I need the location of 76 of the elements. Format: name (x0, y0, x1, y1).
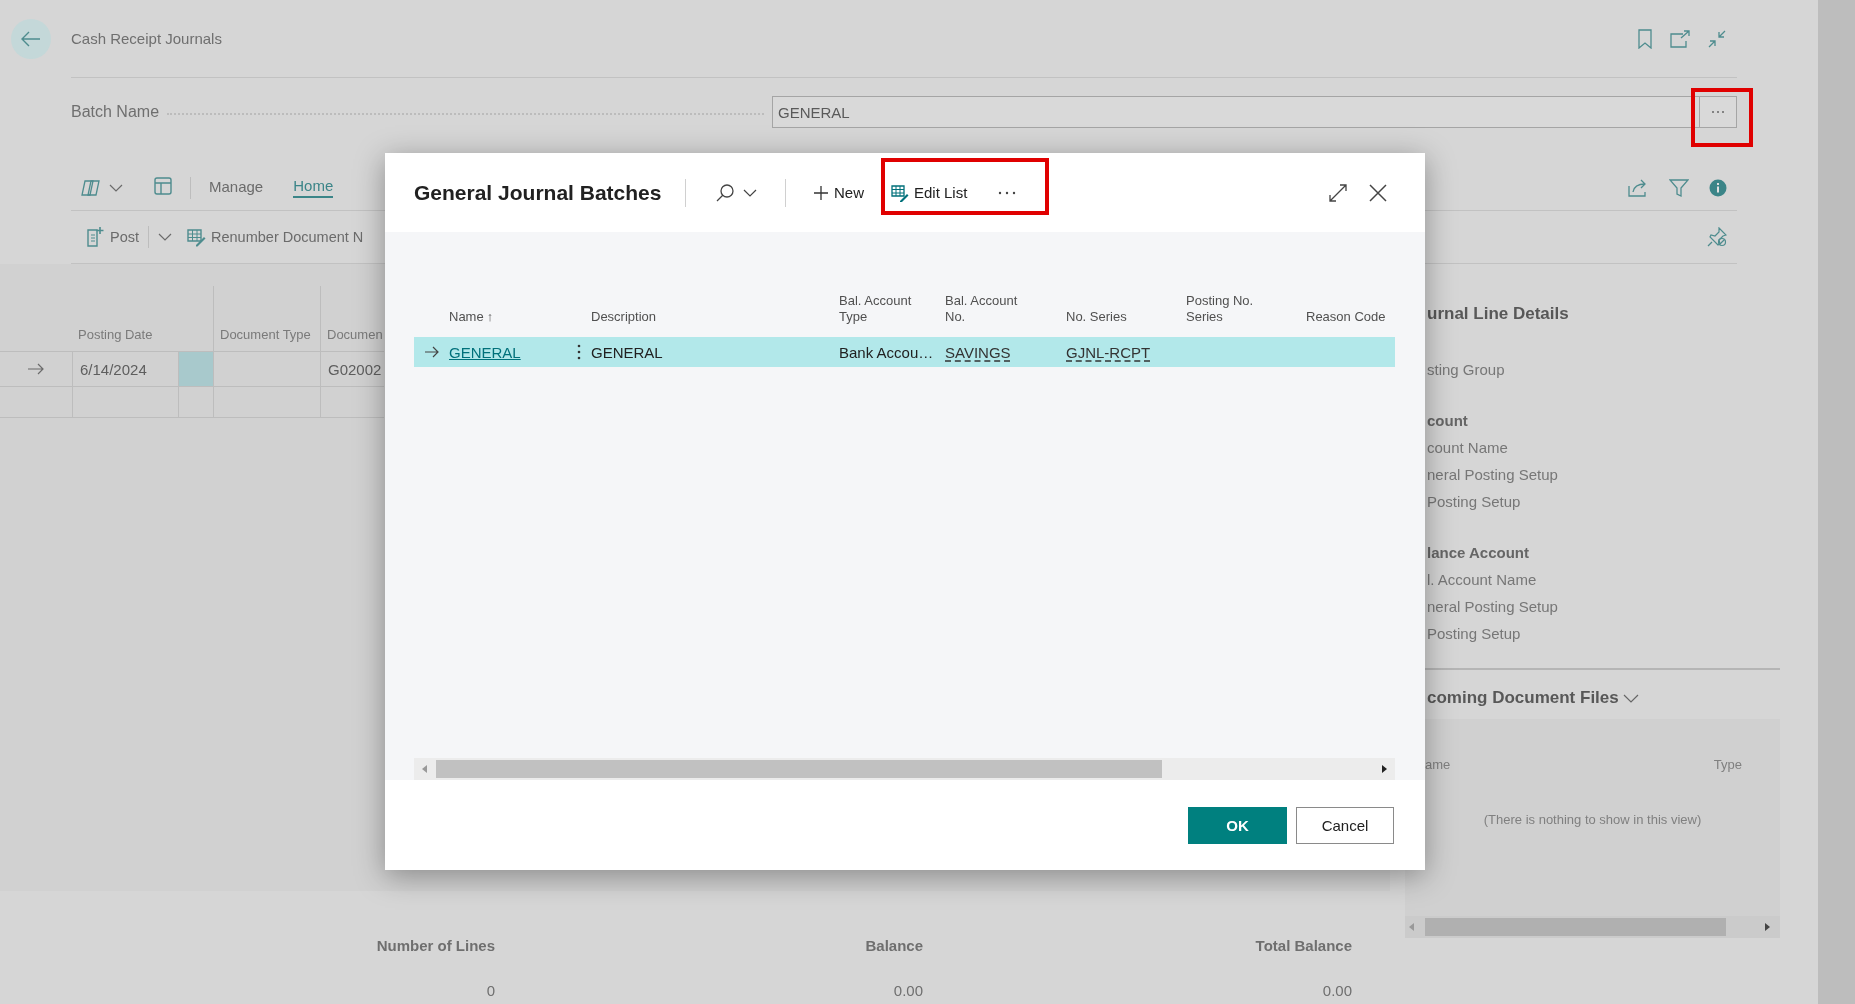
table-row[interactable]: GENERAL GENERAL Bank Accou… SAVINGS GJNL-RCPT (414, 337, 1395, 367)
name-link[interactable]: GENERAL (449, 343, 521, 361)
highlight-frame (1691, 88, 1753, 147)
chevron-down-icon[interactable] (109, 182, 123, 193)
collapse-icon[interactable] (1707, 28, 1727, 49)
column-header[interactable]: No. Series (1066, 309, 1127, 325)
ok-button[interactable]: OK (1188, 806, 1287, 844)
row-arrow-icon (423, 346, 440, 358)
plus-icon (813, 184, 829, 201)
table-cell-text: Bank Accou… (839, 342, 935, 363)
layout-icon[interactable] (153, 175, 173, 196)
total-label: Balance (865, 937, 923, 954)
field-label: count Name (1427, 438, 1509, 458)
unpin-icon[interactable] (1707, 227, 1727, 247)
column-header[interactable]: Bal. Account Type (839, 293, 915, 325)
document-plus-icon[interactable] (85, 226, 105, 248)
section-heading: lance Account (1427, 543, 1530, 563)
batch-name-field[interactable]: GENERAL (772, 96, 1737, 128)
ellipsis-icon (1711, 110, 1725, 114)
empty-message: (There is nothing to show in this view) (1482, 812, 1703, 827)
cancel-button[interactable]: Cancel (1296, 806, 1394, 844)
copilot-icon[interactable] (81, 177, 103, 198)
row-arrow-icon (27, 363, 45, 375)
horizontal-scrollbar[interactable] (414, 758, 1395, 780)
search-icon (715, 182, 735, 203)
expand-icon[interactable] (1329, 183, 1347, 202)
chevron-down-icon (743, 187, 757, 198)
back-arrow-icon (21, 30, 41, 47)
horizontal-scrollbar[interactable] (1405, 916, 1780, 938)
action-tab[interactable]: Manage (209, 178, 264, 197)
total-value: 0 (486, 982, 495, 999)
filter-icon[interactable] (1669, 177, 1689, 198)
toolbar-button[interactable]: New (813, 184, 864, 201)
column-header: ame (1425, 757, 1451, 772)
column-header[interactable]: Bal. Account No. (945, 293, 1036, 325)
lookup-link[interactable]: GJNL-RCPT (1066, 343, 1151, 361)
share-icon[interactable] (1627, 177, 1649, 198)
more-options-icon[interactable] (998, 190, 1017, 195)
field-label: sting Group (1427, 360, 1506, 380)
back-button[interactable] (11, 18, 51, 59)
total-value: 0.00 (893, 982, 923, 999)
toolbar-button[interactable]: Edit List (891, 183, 968, 202)
kebab-menu-icon[interactable] (576, 344, 581, 360)
bookmark-icon[interactable] (1637, 28, 1653, 49)
column-header[interactable]: Name (449, 309, 484, 325)
grid-pencil-icon[interactable] (186, 227, 206, 247)
total-value: 0.00 (1322, 982, 1352, 999)
field-label: Batch Name (71, 103, 160, 121)
section-heading: count (1427, 411, 1469, 431)
field-label: neral Posting Setup (1427, 597, 1559, 617)
column-header[interactable]: Reason Code (1306, 309, 1386, 325)
total-label: Number of Lines (376, 937, 495, 954)
field-label: Posting Setup (1427, 492, 1522, 512)
sort-indicator: ↑ (486, 309, 494, 325)
field-label: l. Account Name (1427, 570, 1538, 590)
dialog-title: General Journal Batches (414, 180, 663, 205)
action-button[interactable]: Renumber Document N (211, 229, 364, 245)
action-button[interactable]: Post (110, 229, 139, 245)
total-label: Total Balance (1255, 937, 1352, 954)
lookup-link[interactable]: SAVINGS (945, 343, 1011, 361)
factbox-title: coming Document Files (1427, 687, 1619, 709)
table-cell: G02002 (320, 352, 384, 386)
table-cell-text: GENERAL (591, 342, 664, 363)
open-new-window-icon[interactable] (1669, 29, 1691, 48)
field-label: neral Posting Setup (1427, 465, 1559, 485)
factbox-title: urnal Line Details (1427, 303, 1570, 325)
chevron-down-icon[interactable] (158, 232, 172, 242)
column-header[interactable]: Posting No. Series (1186, 293, 1276, 325)
field-label: Posting Setup (1427, 624, 1522, 644)
column-header: Type (1713, 757, 1742, 772)
close-icon[interactable] (1369, 183, 1387, 202)
chevron-down-icon[interactable] (1622, 693, 1639, 703)
column-header[interactable]: Description (591, 309, 657, 325)
page-title: Cash Receipt Journals (71, 30, 222, 47)
grid-pencil-icon (891, 183, 909, 202)
info-icon[interactable] (1709, 178, 1727, 197)
